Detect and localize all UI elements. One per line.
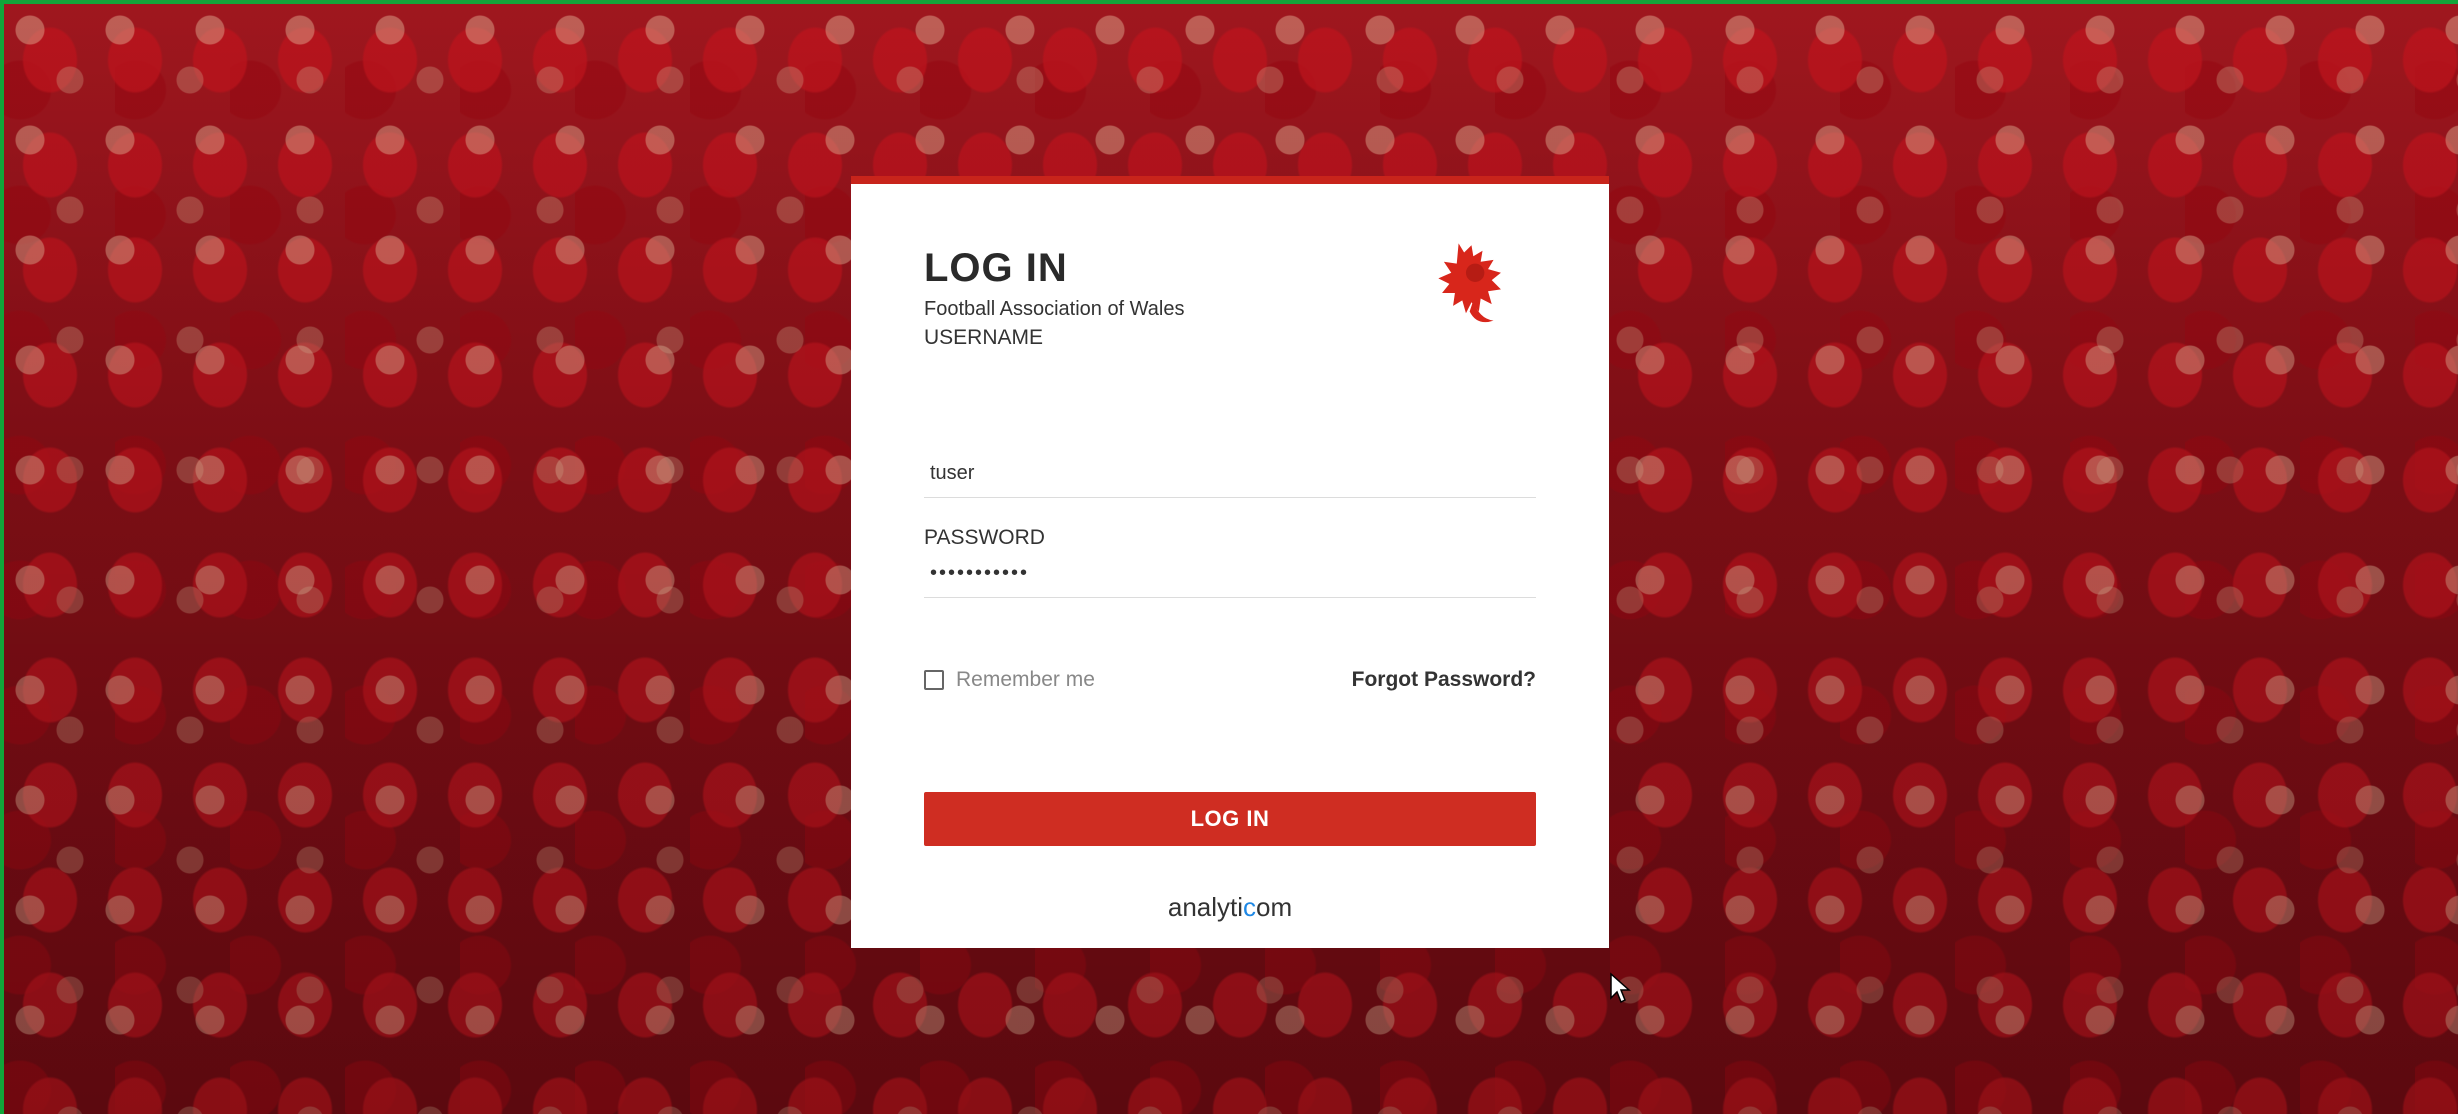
username-label: USERNAME xyxy=(924,326,1044,349)
brand-accent: c xyxy=(1243,892,1257,922)
password-label: PASSWORD xyxy=(924,526,1045,549)
mouse-pointer-icon xyxy=(1610,972,1631,1004)
brand-suffix: om xyxy=(1256,892,1293,922)
remember-me-label: Remember me xyxy=(956,668,1095,691)
welsh-dragon-icon xyxy=(1438,243,1501,323)
login-card: LOG IN Football Association of Wales USE… xyxy=(851,176,1609,948)
login-button[interactable]: LOG IN xyxy=(924,792,1536,846)
username-input[interactable] xyxy=(924,450,1536,498)
page-title: LOG IN xyxy=(924,246,1068,290)
analyticom-logo: analyticom xyxy=(851,892,1609,923)
password-input[interactable] xyxy=(924,550,1536,598)
brand-prefix: analyti xyxy=(1167,892,1244,922)
remember-me-row[interactable]: Remember me xyxy=(924,668,1095,692)
remember-me-checkbox[interactable] xyxy=(924,670,944,690)
forgot-password-link[interactable]: Forgot Password? xyxy=(1352,668,1536,692)
organization-subtitle: Football Association of Wales xyxy=(924,298,1185,320)
